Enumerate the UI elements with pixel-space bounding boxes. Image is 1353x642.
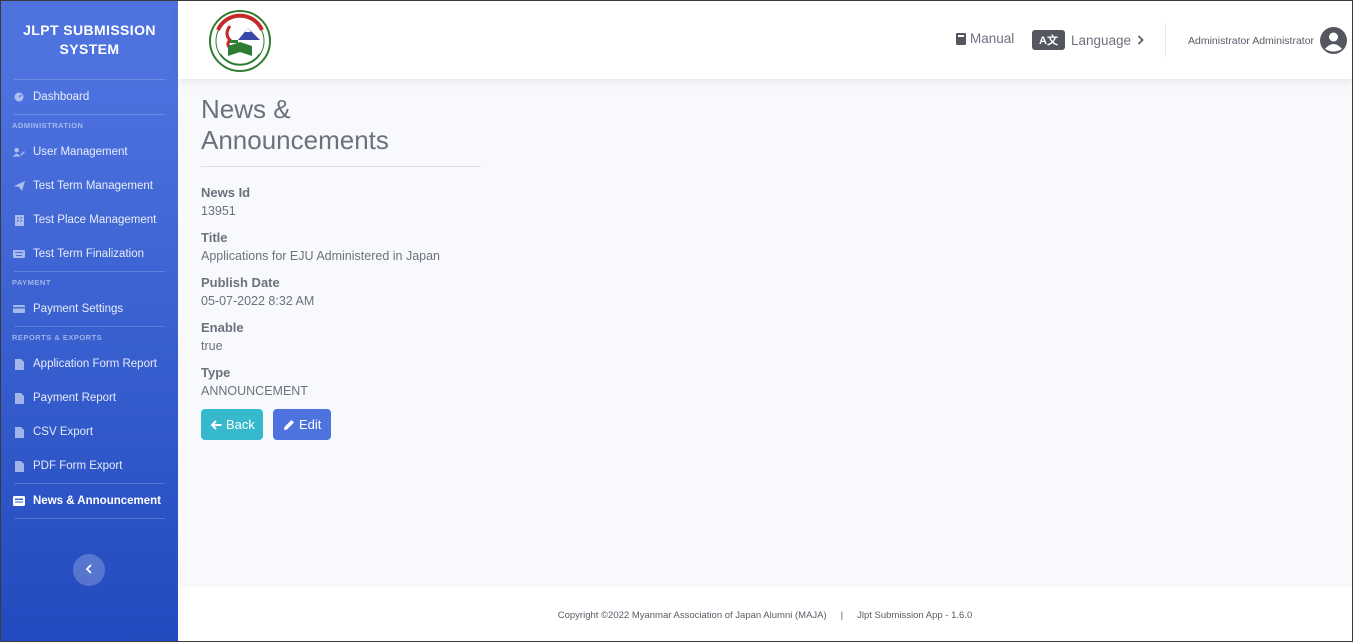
footer-separator: | xyxy=(840,609,844,621)
sidebar-item-dashboard[interactable]: Dashboard xyxy=(1,80,178,114)
language-label: Language xyxy=(1071,32,1132,48)
action-buttons: Back Edit xyxy=(201,409,801,440)
dashboard-icon xyxy=(13,92,25,102)
sidebar-divider xyxy=(14,518,165,519)
manual-label: Manual xyxy=(970,31,1015,46)
newspaper-icon xyxy=(13,496,25,506)
edit-label: Edit xyxy=(299,417,322,432)
sidebar-item-payment-settings[interactable]: Payment Settings xyxy=(1,292,178,326)
sidebar-item-pdf-form-export[interactable]: PDF Form Export xyxy=(1,449,178,483)
file-icon xyxy=(13,460,25,472)
app-frame: JLPT SUBMISSION SYSTEM Dashboard ADMINIS… xyxy=(0,0,1353,642)
field-label: Publish Date xyxy=(201,275,280,290)
sidebar-item-label: News & Announcement xyxy=(33,495,162,507)
file-icon xyxy=(13,392,25,404)
language-icon: A文 xyxy=(1032,30,1065,50)
sidebar: JLPT SUBMISSION SYSTEM Dashboard ADMINIS… xyxy=(1,1,178,641)
user-edit-icon xyxy=(13,147,25,157)
footer-app-version: Jlpt Submission App - 1.6.0 xyxy=(857,609,973,621)
page-title: News & Announcements xyxy=(201,94,481,167)
sidebar-item-label: Payment Settings xyxy=(33,303,124,315)
sidebar-divider xyxy=(14,326,165,327)
field-label: News Id xyxy=(201,185,251,200)
field-value: Applications for EJU Administered in Jap… xyxy=(201,249,441,263)
sidebar-item-payment-report[interactable]: Payment Report xyxy=(1,381,178,415)
credit-card-icon xyxy=(13,304,25,314)
keyboard-icon xyxy=(13,249,25,259)
language-dropdown[interactable]: A文 Language xyxy=(1032,30,1144,50)
field-type: Type ANNOUNCEMENT xyxy=(201,363,801,408)
sidebar-item-user-management[interactable]: User Management xyxy=(1,135,178,169)
book-icon xyxy=(956,32,966,45)
pencil-icon xyxy=(283,419,295,431)
field-value: 05-07-2022 8:32 AM xyxy=(201,294,315,308)
field-label: Title xyxy=(201,230,228,245)
field-publish-date: Publish Date 05-07-2022 8:32 AM xyxy=(201,273,801,318)
sidebar-item-label: Test Place Management xyxy=(33,214,157,226)
chevron-right-icon xyxy=(1137,35,1144,45)
chevron-left-icon xyxy=(85,561,93,579)
manual-link[interactable]: Manual xyxy=(956,31,1014,46)
sidebar-item-news-announcement[interactable]: News & Announcement xyxy=(1,484,178,518)
field-value: ANNOUNCEMENT xyxy=(201,384,308,398)
sidebar-divider xyxy=(14,271,165,272)
sidebar-item-application-form-report[interactable]: Application Form Report xyxy=(1,347,178,381)
topbar-divider xyxy=(1165,23,1166,57)
file-icon xyxy=(13,426,25,438)
topbar: Manual A文 Language Administrator Adminis… xyxy=(178,1,1352,79)
sidebar-item-test-place-management[interactable]: Test Place Management xyxy=(1,203,178,237)
field-label: Type xyxy=(201,365,231,380)
sidebar-item-test-term-management[interactable]: Test Term Management xyxy=(1,169,178,203)
sidebar-item-test-term-finalization[interactable]: Test Term Finalization xyxy=(1,237,178,271)
field-enable: Enable true xyxy=(201,318,801,363)
arrow-left-icon xyxy=(211,419,222,430)
main-content: News & Announcements News Id 13951 Title… xyxy=(201,94,801,440)
field-news-id: News Id 13951 xyxy=(201,183,801,228)
sidebar-heading-reports: REPORTS & EXPORTS xyxy=(12,333,103,342)
detail-fields: News Id 13951 Title Applications for EJU… xyxy=(201,183,801,408)
user-avatar-icon xyxy=(1320,27,1348,54)
user-menu[interactable]: Administrator Administrator xyxy=(1188,27,1348,54)
sidebar-item-csv-export[interactable]: CSV Export xyxy=(1,415,178,449)
sidebar-item-label: Dashboard xyxy=(33,91,90,103)
sidebar-item-label: Test Term Finalization xyxy=(33,248,144,260)
field-title: Title Applications for EJU Administered … xyxy=(201,228,801,273)
sidebar-item-label: Application Form Report xyxy=(33,358,157,370)
paper-plane-icon xyxy=(13,181,25,191)
sidebar-toggle-button[interactable] xyxy=(73,554,105,586)
field-value: 13951 xyxy=(201,204,236,218)
footer: Copyright ©2022 Myanmar Association of J… xyxy=(178,587,1352,641)
field-value: true xyxy=(201,339,223,353)
sidebar-item-label: Payment Report xyxy=(33,392,117,404)
footer-copyright: Copyright ©2022 Myanmar Association of J… xyxy=(557,609,827,621)
sidebar-brand[interactable]: JLPT SUBMISSION SYSTEM xyxy=(1,1,178,79)
sidebar-item-label: CSV Export xyxy=(33,426,94,438)
file-icon xyxy=(13,358,25,370)
building-icon xyxy=(13,214,25,226)
maja-logo xyxy=(208,10,272,72)
back-button[interactable]: Back xyxy=(201,409,263,440)
sidebar-heading-payment: PAYMENT xyxy=(12,278,51,287)
sidebar-item-label: PDF Form Export xyxy=(33,460,123,472)
sidebar-divider xyxy=(14,114,165,115)
sidebar-heading-administration: ADMINISTRATION xyxy=(12,121,84,130)
edit-button[interactable]: Edit xyxy=(273,409,331,440)
user-name: Administrator Administrator xyxy=(1188,34,1315,47)
field-label: Enable xyxy=(201,320,244,335)
sidebar-item-label: User Management xyxy=(33,146,128,158)
back-label: Back xyxy=(226,417,255,432)
sidebar-item-label: Test Term Management xyxy=(33,180,153,192)
